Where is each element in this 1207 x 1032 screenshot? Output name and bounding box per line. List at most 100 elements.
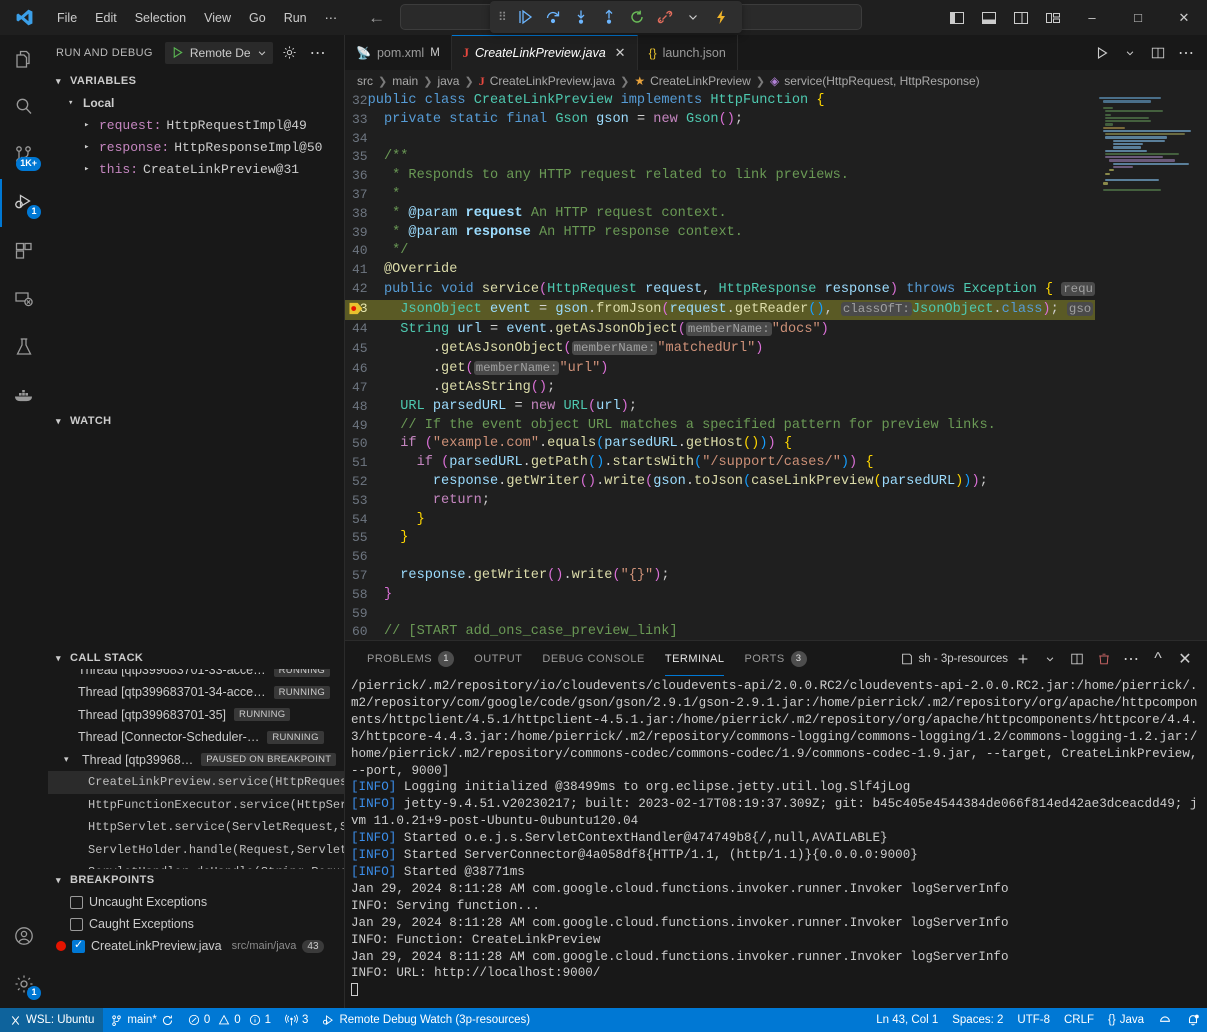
status-ports[interactable]: 3 — [278, 1008, 315, 1032]
breadcrumb-src[interactable]: src — [357, 74, 373, 88]
tab-ports[interactable]: PORTS 3 — [734, 641, 816, 676]
breakpoint-row[interactable]: Uncaught Exceptions — [48, 891, 344, 913]
watch-header[interactable]: ▾ WATCH — [48, 410, 344, 432]
menu-run[interactable]: Run — [275, 7, 316, 29]
tab-pom-xml[interactable]: 📡 pom.xml M — [345, 35, 452, 70]
breakpoint-row-file[interactable]: CreateLinkPreview.java src/main/java 43 — [48, 935, 344, 957]
breadcrumb-main[interactable]: main — [392, 74, 418, 88]
chevron-down-icon[interactable] — [1117, 38, 1143, 68]
menu-view[interactable]: View — [195, 7, 240, 29]
breakpoint-row[interactable]: Caught Exceptions — [48, 913, 344, 935]
disconnect-icon[interactable] — [652, 4, 678, 30]
tab-terminal[interactable]: TERMINAL — [655, 641, 735, 676]
kill-terminal-icon[interactable] — [1092, 647, 1116, 671]
status-feedback[interactable] — [1151, 1008, 1179, 1032]
variables-header[interactable]: ▾ VARIABLES — [48, 70, 344, 92]
menu-more[interactable]: ⋯ — [316, 6, 347, 29]
variable-row[interactable]: ▸ response: HttpResponseImpl@50 — [48, 136, 344, 158]
status-eol[interactable]: CRLF — [1057, 1008, 1101, 1032]
tab-launch-json[interactable]: {} launch.json — [638, 35, 738, 70]
call-stack-frame[interactable]: ServletHolder.handle(Request,Servlet — [48, 839, 344, 862]
breakpoint-checkbox[interactable] — [70, 918, 83, 931]
chevron-down-icon[interactable] — [1038, 647, 1062, 671]
new-terminal-icon[interactable] — [1011, 647, 1035, 671]
breakpoints-header[interactable]: ▾ BREAKPOINTS — [48, 869, 344, 891]
step-over-icon[interactable] — [540, 4, 566, 30]
close-icon[interactable]: ✕ — [615, 45, 626, 61]
minimap[interactable] — [1095, 92, 1207, 640]
tab-debug-console[interactable]: DEBUG CONSOLE — [532, 641, 654, 676]
variables-scope-local[interactable]: ▾ Local — [48, 92, 344, 114]
status-branch[interactable]: main* — [103, 1008, 180, 1032]
breadcrumb-class[interactable]: CreateLinkPreview — [650, 74, 751, 88]
call-stack-frame[interactable]: ServletHandler.doHandle(String,Reque — [48, 861, 344, 869]
restart-icon[interactable] — [624, 4, 650, 30]
call-stack-header[interactable]: ▾ CALL STACK — [48, 647, 344, 669]
status-remote-indicator[interactable]: WSL: Ubuntu — [0, 1008, 103, 1032]
continue-icon[interactable] — [512, 4, 538, 30]
launch-configuration-picker[interactable]: Remote De — [165, 42, 273, 64]
menu-file[interactable]: File — [48, 7, 86, 29]
terminal-selector[interactable]: sh - 3p-resources — [900, 652, 1008, 666]
toggle-primary-sidebar-icon[interactable] — [941, 0, 973, 35]
step-out-icon[interactable] — [596, 4, 622, 30]
chevron-down-icon[interactable] — [680, 4, 706, 30]
status-cursor-position[interactable]: Ln 43, Col 1 — [869, 1008, 945, 1032]
activity-item-accounts[interactable] — [0, 912, 48, 960]
chevron-down-icon[interactable] — [257, 48, 267, 58]
status-problems[interactable]: 0 0 1 — [181, 1008, 278, 1032]
call-stack-thread[interactable]: Thread [Connector-Scheduler-… RUNNING — [48, 726, 344, 749]
breadcrumb-file[interactable]: CreateLinkPreview.java — [490, 74, 615, 88]
status-language-mode[interactable]: {} Java — [1101, 1008, 1151, 1032]
open-launch-json-icon[interactable] — [279, 42, 301, 64]
toggle-panel-icon[interactable] — [973, 0, 1005, 35]
breakpoint-checkbox[interactable] — [70, 896, 83, 909]
tab-createlinkpreview-java[interactable]: J CreateLinkPreview.java ✕ — [452, 35, 638, 70]
more-actions-icon[interactable]: ⋯ — [1173, 38, 1199, 68]
call-stack-frame[interactable]: HttpServlet.service(ServletRequest,S — [48, 816, 344, 839]
activity-item-docker[interactable] — [0, 371, 48, 419]
variable-row[interactable]: ▸ this: CreateLinkPreview@31 — [48, 158, 344, 180]
close-icon[interactable]: ✕ — [1161, 0, 1207, 35]
breadcrumb-method[interactable]: service(HttpRequest, HttpResponse) — [784, 74, 979, 88]
start-debug-icon[interactable] — [171, 46, 184, 59]
call-stack-thread[interactable]: Thread [qtp399683701-35] RUNNING — [48, 704, 344, 727]
run-icon[interactable] — [1089, 38, 1115, 68]
customize-layout-icon[interactable] — [1037, 0, 1069, 35]
drag-handle-icon[interactable]: ⠿ — [498, 10, 506, 24]
maximize-panel-icon[interactable]: ^ — [1146, 647, 1170, 671]
call-stack-frame[interactable]: CreateLinkPreview.service(HttpReques — [48, 771, 344, 794]
activity-item-source-control[interactable]: 1K+ — [0, 131, 48, 179]
split-editor-icon[interactable] — [1145, 38, 1171, 68]
activity-item-search[interactable] — [0, 83, 48, 131]
call-stack-thread[interactable]: Thread [qtp399683701-33-acce… RUNNING — [48, 669, 344, 681]
status-encoding[interactable]: UTF-8 — [1010, 1008, 1057, 1032]
status-debug-session[interactable]: Remote Debug Watch (3p-resources) — [315, 1008, 537, 1032]
go-back-icon[interactable]: ← — [368, 9, 385, 26]
activity-item-explorer[interactable] — [0, 35, 48, 83]
step-into-icon[interactable] — [568, 4, 594, 30]
terminal-output[interactable]: /pierrick/.m2/repository/io/cloudevents/… — [345, 676, 1207, 1008]
menu-go[interactable]: Go — [240, 7, 275, 29]
activity-item-extensions[interactable] — [0, 227, 48, 275]
call-stack-frame[interactable]: HttpFunctionExecutor.service(HttpSer — [48, 794, 344, 817]
maximize-icon[interactable]: □ — [1115, 0, 1161, 35]
split-terminal-icon[interactable] — [1065, 647, 1089, 671]
tab-output[interactable]: OUTPUT — [464, 641, 532, 676]
minimize-icon[interactable]: – — [1069, 0, 1115, 35]
menu-edit[interactable]: Edit — [86, 7, 126, 29]
call-stack-thread-paused[interactable]: ▾ Thread [qtp39968… PAUSED ON BREAKPOINT — [48, 749, 344, 772]
menu-selection[interactable]: Selection — [126, 7, 195, 29]
activity-item-run-and-debug[interactable]: 1 — [0, 179, 48, 227]
breakpoint-checkbox[interactable] — [72, 940, 85, 953]
tab-problems[interactable]: PROBLEMS 1 — [357, 641, 464, 676]
variable-row[interactable]: ▸ request: HttpRequestImpl@49 — [48, 114, 344, 136]
activity-item-settings[interactable]: 1 — [0, 960, 48, 1008]
code-scroll-area[interactable]: 32public class CreateLinkPreview impleme… — [345, 92, 1095, 640]
activity-item-testing[interactable] — [0, 323, 48, 371]
activity-item-remote-explorer[interactable] — [0, 275, 48, 323]
sidebar-more-actions-icon[interactable]: ⋯ — [307, 42, 329, 64]
breadcrumb-java[interactable]: java — [437, 74, 459, 88]
code-editor[interactable]: 32public class CreateLinkPreview impleme… — [345, 92, 1207, 640]
call-stack-thread[interactable]: Thread [qtp399683701-34-acce… RUNNING — [48, 681, 344, 704]
